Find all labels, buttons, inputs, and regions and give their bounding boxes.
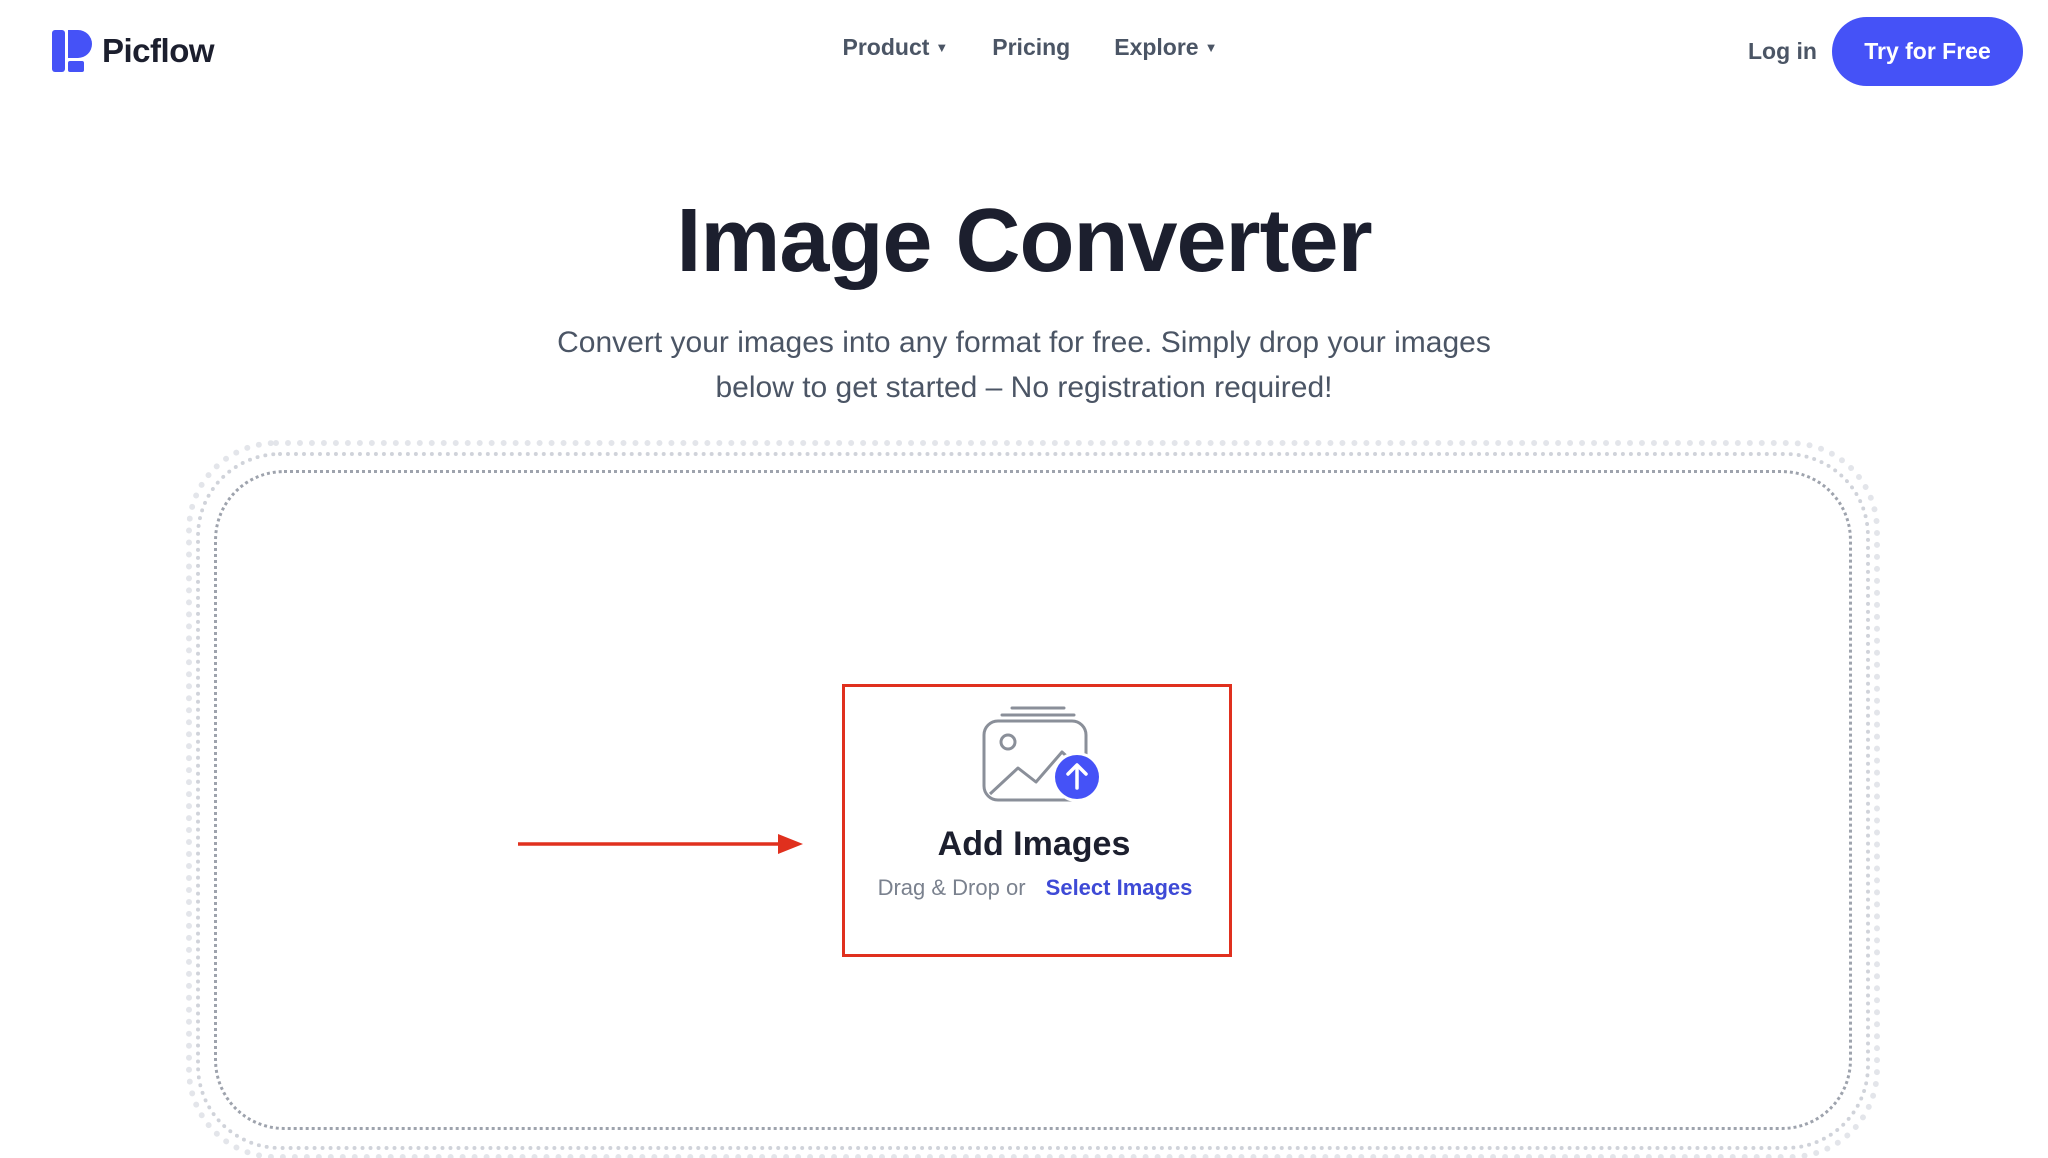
select-images-link[interactable]: Select Images: [1046, 875, 1193, 900]
subtitle-line-2: below to get started – No registration r…: [715, 371, 1333, 404]
page-title: Image Converter: [676, 191, 1372, 291]
main-nav-items: Product ▼ Pricing Explore ▼: [843, 34, 1218, 61]
image-upload-icon[interactable]: [980, 704, 1104, 804]
caret-down-icon: ▼: [1204, 40, 1218, 55]
nav-item-product[interactable]: Product ▼: [843, 34, 949, 61]
picflow-logo-icon: [52, 30, 92, 72]
nav-item-label: Pricing: [992, 34, 1071, 60]
dropzone-instructions: Drag & Drop or Select Images: [842, 875, 1228, 901]
main-nav: Product ▼ Pricing Explore ▼: [0, 34, 2048, 61]
brand-logo[interactable]: Picflow: [52, 30, 215, 72]
page: Picflow Product ▼ Pricing Explore ▼ Log …: [0, 0, 2048, 1158]
nav-item-pricing[interactable]: Pricing: [992, 34, 1070, 61]
nav-item-label: Product: [842, 34, 930, 60]
caret-down-icon: ▼: [935, 40, 949, 55]
annotation-arrow-icon: [518, 834, 803, 854]
nav-item-explore[interactable]: Explore ▼: [1114, 34, 1217, 61]
page-subtitle: Convert your images into any format for …: [524, 320, 1524, 410]
try-for-free-button[interactable]: Try for Free: [1832, 17, 2023, 86]
brand-name: Picflow: [102, 32, 215, 69]
nav-item-label: Explore: [1114, 34, 1199, 60]
add-images-title: Add Images: [937, 825, 1131, 863]
subtitle-line-1: Convert your images into any format for …: [557, 326, 1491, 359]
drag-drop-text: Drag & Drop or: [877, 875, 1026, 900]
login-link[interactable]: Log in: [1748, 38, 1817, 65]
